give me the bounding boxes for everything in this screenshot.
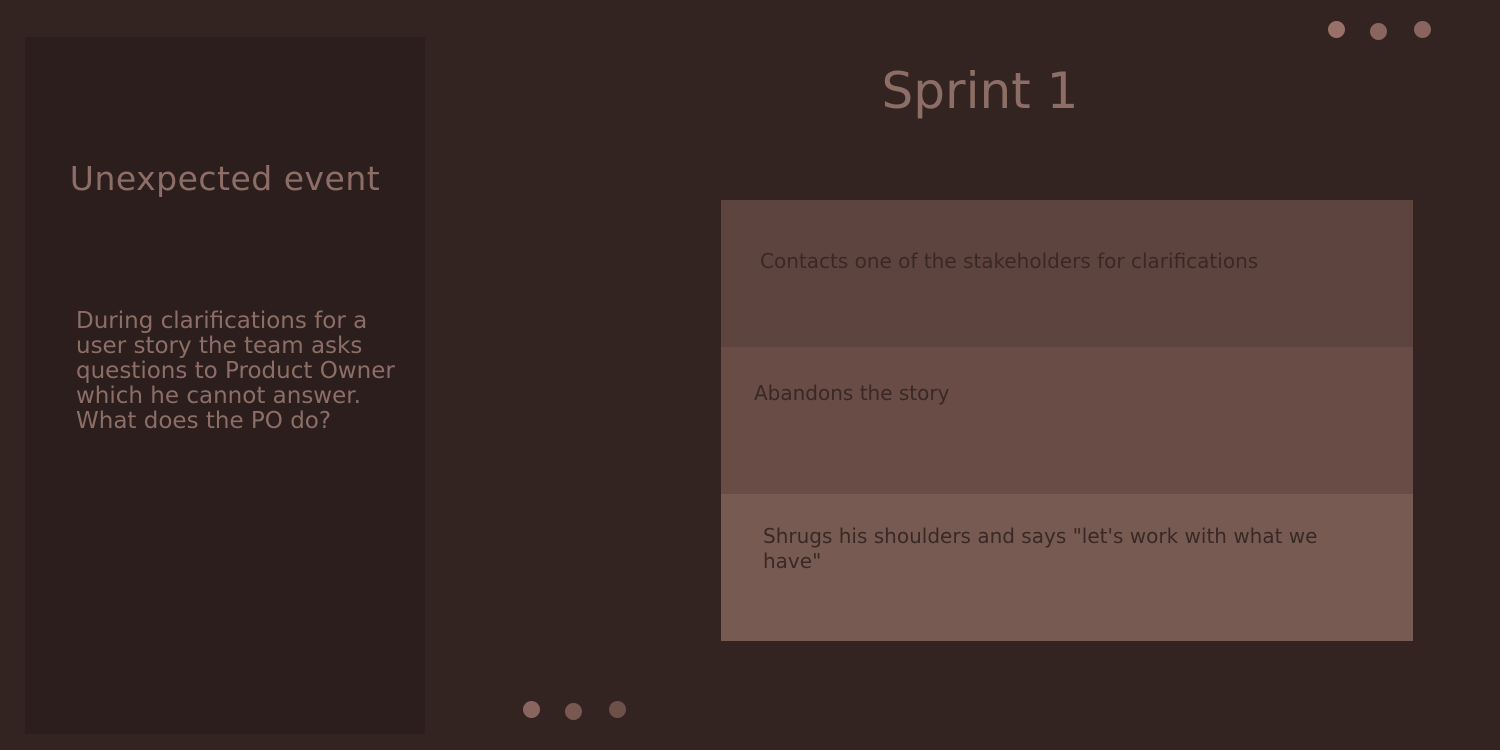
page-dot-3[interactable] bbox=[609, 701, 626, 718]
answer-option-2[interactable]: Abandons the story bbox=[721, 347, 1413, 494]
answer-option-1[interactable]: Contacts one of the stakeholders for cla… bbox=[721, 200, 1413, 347]
answer-options: Contacts one of the stakeholders for cla… bbox=[721, 200, 1413, 641]
game-screen: Unexpected event During clarifications f… bbox=[0, 0, 1500, 750]
event-description: During clarifications for a user story t… bbox=[76, 308, 395, 434]
sprint-title: Sprint 1 bbox=[881, 62, 1079, 120]
page-dot-2[interactable] bbox=[565, 703, 582, 720]
menu-dot-2[interactable] bbox=[1370, 23, 1387, 40]
answer-option-label: Abandons the story bbox=[754, 381, 950, 405]
answer-option-label: Contacts one of the stakeholders for cla… bbox=[760, 249, 1259, 273]
event-title: Unexpected event bbox=[69, 159, 381, 198]
menu-dot-3[interactable] bbox=[1414, 21, 1431, 38]
page-dot-1[interactable] bbox=[523, 701, 540, 718]
menu-dot-1[interactable] bbox=[1328, 21, 1345, 38]
answer-option-label: Shrugs his shoulders and says "let's wor… bbox=[763, 524, 1318, 573]
event-panel: Unexpected event During clarifications f… bbox=[25, 37, 425, 734]
answer-option-3[interactable]: Shrugs his shoulders and says "let's wor… bbox=[721, 494, 1413, 641]
